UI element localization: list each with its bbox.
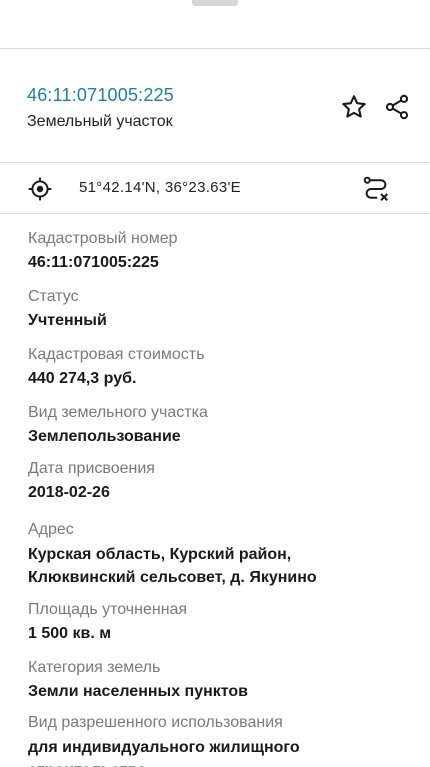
field-value-line: строительства xyxy=(28,759,408,767)
field-label: Вид земельного участка xyxy=(28,404,208,421)
field-value: 46:11:071005:225 xyxy=(28,254,159,271)
field-label: Вид разрешенного использования xyxy=(28,714,283,731)
field-value: 1 500 кв. м xyxy=(28,625,112,642)
field-value: Учтенный xyxy=(28,312,107,329)
object-type: Земельный участок xyxy=(27,113,173,130)
field-label: Категория земель xyxy=(28,659,161,676)
crosshair-icon[interactable] xyxy=(24,173,56,205)
field-land-category: Категория земель Земли населенных пункто… xyxy=(28,657,408,703)
field-permitted-use: Вид разрешенного использования для индив… xyxy=(28,712,408,767)
route-icon[interactable] xyxy=(360,173,392,205)
drag-handle[interactable] xyxy=(192,0,238,6)
share-icon[interactable] xyxy=(381,91,413,123)
sheet-top xyxy=(0,0,430,48)
field-label: Площадь уточненная xyxy=(28,601,188,618)
field-label: Дата присвоения xyxy=(28,460,155,477)
coordinates-text: 51°42.14'N, 36°23.63'E xyxy=(79,179,241,196)
field-address: Адрес Курская область, Курский район, Кл… xyxy=(28,519,408,589)
divider-coords xyxy=(0,213,430,214)
field-area: Площадь уточненная 1 500 кв. м xyxy=(28,599,408,645)
field-label: Кадастровая стоимость xyxy=(28,346,205,363)
field-label: Адрес xyxy=(28,521,74,538)
field-value-line: для индивидуального жилищного xyxy=(28,739,300,756)
land-plot-card: 46:11:071005:225 Земельный участок 51°42… xyxy=(0,0,430,767)
field-label: Кадастровый номер xyxy=(28,230,178,247)
field-value-line: Клюквинский сельсовет, д. Якунино xyxy=(28,569,317,586)
field-value: 440 274,3 руб. xyxy=(28,370,137,387)
field-label: Статус xyxy=(28,288,79,305)
object-header: 46:11:071005:225 Земельный участок xyxy=(0,49,430,162)
field-value: Землепользование xyxy=(28,428,181,445)
field-value-line: Курская область, Курский район, xyxy=(28,546,292,563)
field-status: Статус Учтенный xyxy=(28,286,408,332)
cadastral-number-link[interactable]: 46:11:071005:225 xyxy=(27,85,174,106)
coordinates-row: 51°42.14'N, 36°23.63'E xyxy=(0,163,430,213)
field-assignment-date: Дата присвоения 2018-02-26 xyxy=(28,458,408,504)
star-icon[interactable] xyxy=(338,91,370,123)
field-value: Земли населенных пунктов xyxy=(28,683,249,700)
field-land-type: Вид земельного участка Землепользование xyxy=(28,402,408,448)
field-cadastral-number: Кадастровый номер 46:11:071005:225 xyxy=(28,228,408,274)
field-cadastral-value: Кадастровая стоимость 440 274,3 руб. xyxy=(28,344,408,390)
field-value: 2018-02-26 xyxy=(28,484,110,501)
